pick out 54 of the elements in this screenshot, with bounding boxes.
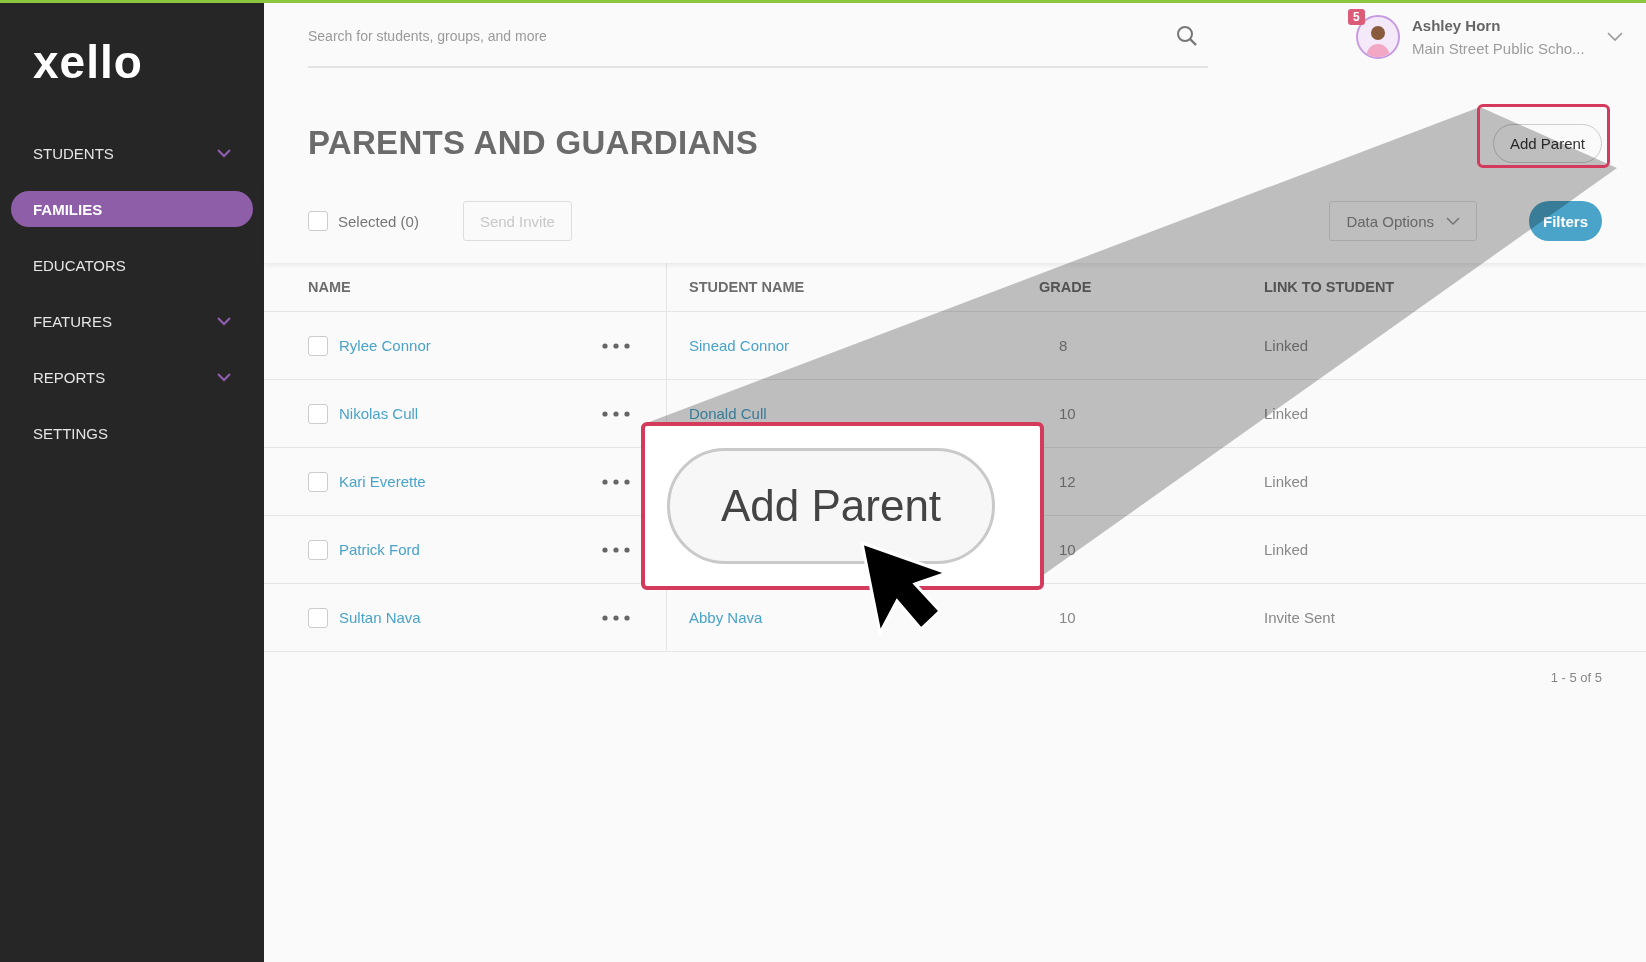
page-title: PARENTS AND GUARDIANS [308, 124, 758, 162]
more-options-icon[interactable] [602, 546, 630, 553]
pagination-label: 1 - 5 of 5 [1550, 670, 1602, 685]
student-link[interactable]: Abby Nava [689, 609, 763, 626]
sidebar-item[interactable]: SETTINGS [11, 415, 253, 451]
link-status: Linked [1264, 337, 1309, 354]
magnified-add-parent-label: Add Parent [667, 448, 995, 564]
link-status: Linked [1264, 473, 1309, 490]
grade-cell: 10 [1059, 405, 1076, 422]
search-icon [1176, 25, 1198, 47]
parent-link[interactable]: Sultan Nava [339, 609, 421, 626]
grade-cell: 10 [1059, 609, 1076, 626]
parent-link[interactable]: Nikolas Cull [339, 405, 419, 422]
checkbox[interactable] [308, 539, 328, 560]
checkbox[interactable] [308, 403, 328, 424]
student-link[interactable]: Donald Cull [689, 405, 767, 422]
checkbox[interactable] [308, 607, 328, 628]
notification-badge: 5 [1348, 9, 1365, 25]
checkbox[interactable] [308, 211, 328, 231]
column-header: LINK TO STUDENT [1264, 279, 1395, 295]
checkbox[interactable] [308, 335, 328, 356]
user-name: Ashley Horn [1412, 17, 1502, 34]
school-name: Main Street Public Scho... [1412, 40, 1586, 57]
checkbox[interactable] [308, 471, 328, 492]
student-link[interactable]: Sinead Connor [689, 337, 790, 354]
filters-button[interactable]: Filters [1529, 201, 1602, 241]
sidebar-item[interactable]: REPORTS [11, 359, 253, 395]
more-options-icon[interactable] [602, 614, 630, 621]
column-header: NAME [308, 279, 351, 295]
sidebar-item[interactable]: FAMILIES [11, 191, 253, 227]
column-header: GRADE [1039, 279, 1092, 295]
grade-cell: 12 [1059, 473, 1076, 490]
more-options-icon[interactable] [602, 410, 630, 417]
logo: xello [33, 39, 143, 85]
more-options-icon[interactable] [602, 478, 630, 485]
add-parent-button[interactable]: Add Parent [1492, 123, 1602, 163]
grade-cell: 8 [1059, 337, 1068, 354]
more-options-icon[interactable] [602, 342, 630, 349]
chevron-down-icon[interactable] [1607, 32, 1623, 42]
link-status: Linked [1264, 405, 1309, 422]
search-field[interactable]: Search for students, groups, and more [308, 28, 908, 44]
sidebar-item[interactable]: STUDENTS [11, 135, 253, 171]
data-options-dropdown[interactable]: Data Options [1329, 201, 1477, 241]
parent-link[interactable]: Patrick Ford [339, 541, 420, 558]
selected-count: Selected (0) [338, 212, 419, 230]
column-header: STUDENT NAME [689, 279, 805, 295]
sidebar-item[interactable]: FEATURES [11, 303, 253, 339]
link-status: Linked [1264, 541, 1309, 558]
parent-link[interactable]: Rylee Connor [339, 337, 431, 354]
link-status: Invite Sent [1264, 609, 1335, 626]
grade-cell: 10 [1059, 541, 1076, 558]
chevron-down-icon [1446, 217, 1460, 225]
sidebar-item[interactable]: EDUCATORS [11, 247, 253, 283]
parent-link[interactable]: Kari Everette [339, 473, 426, 490]
